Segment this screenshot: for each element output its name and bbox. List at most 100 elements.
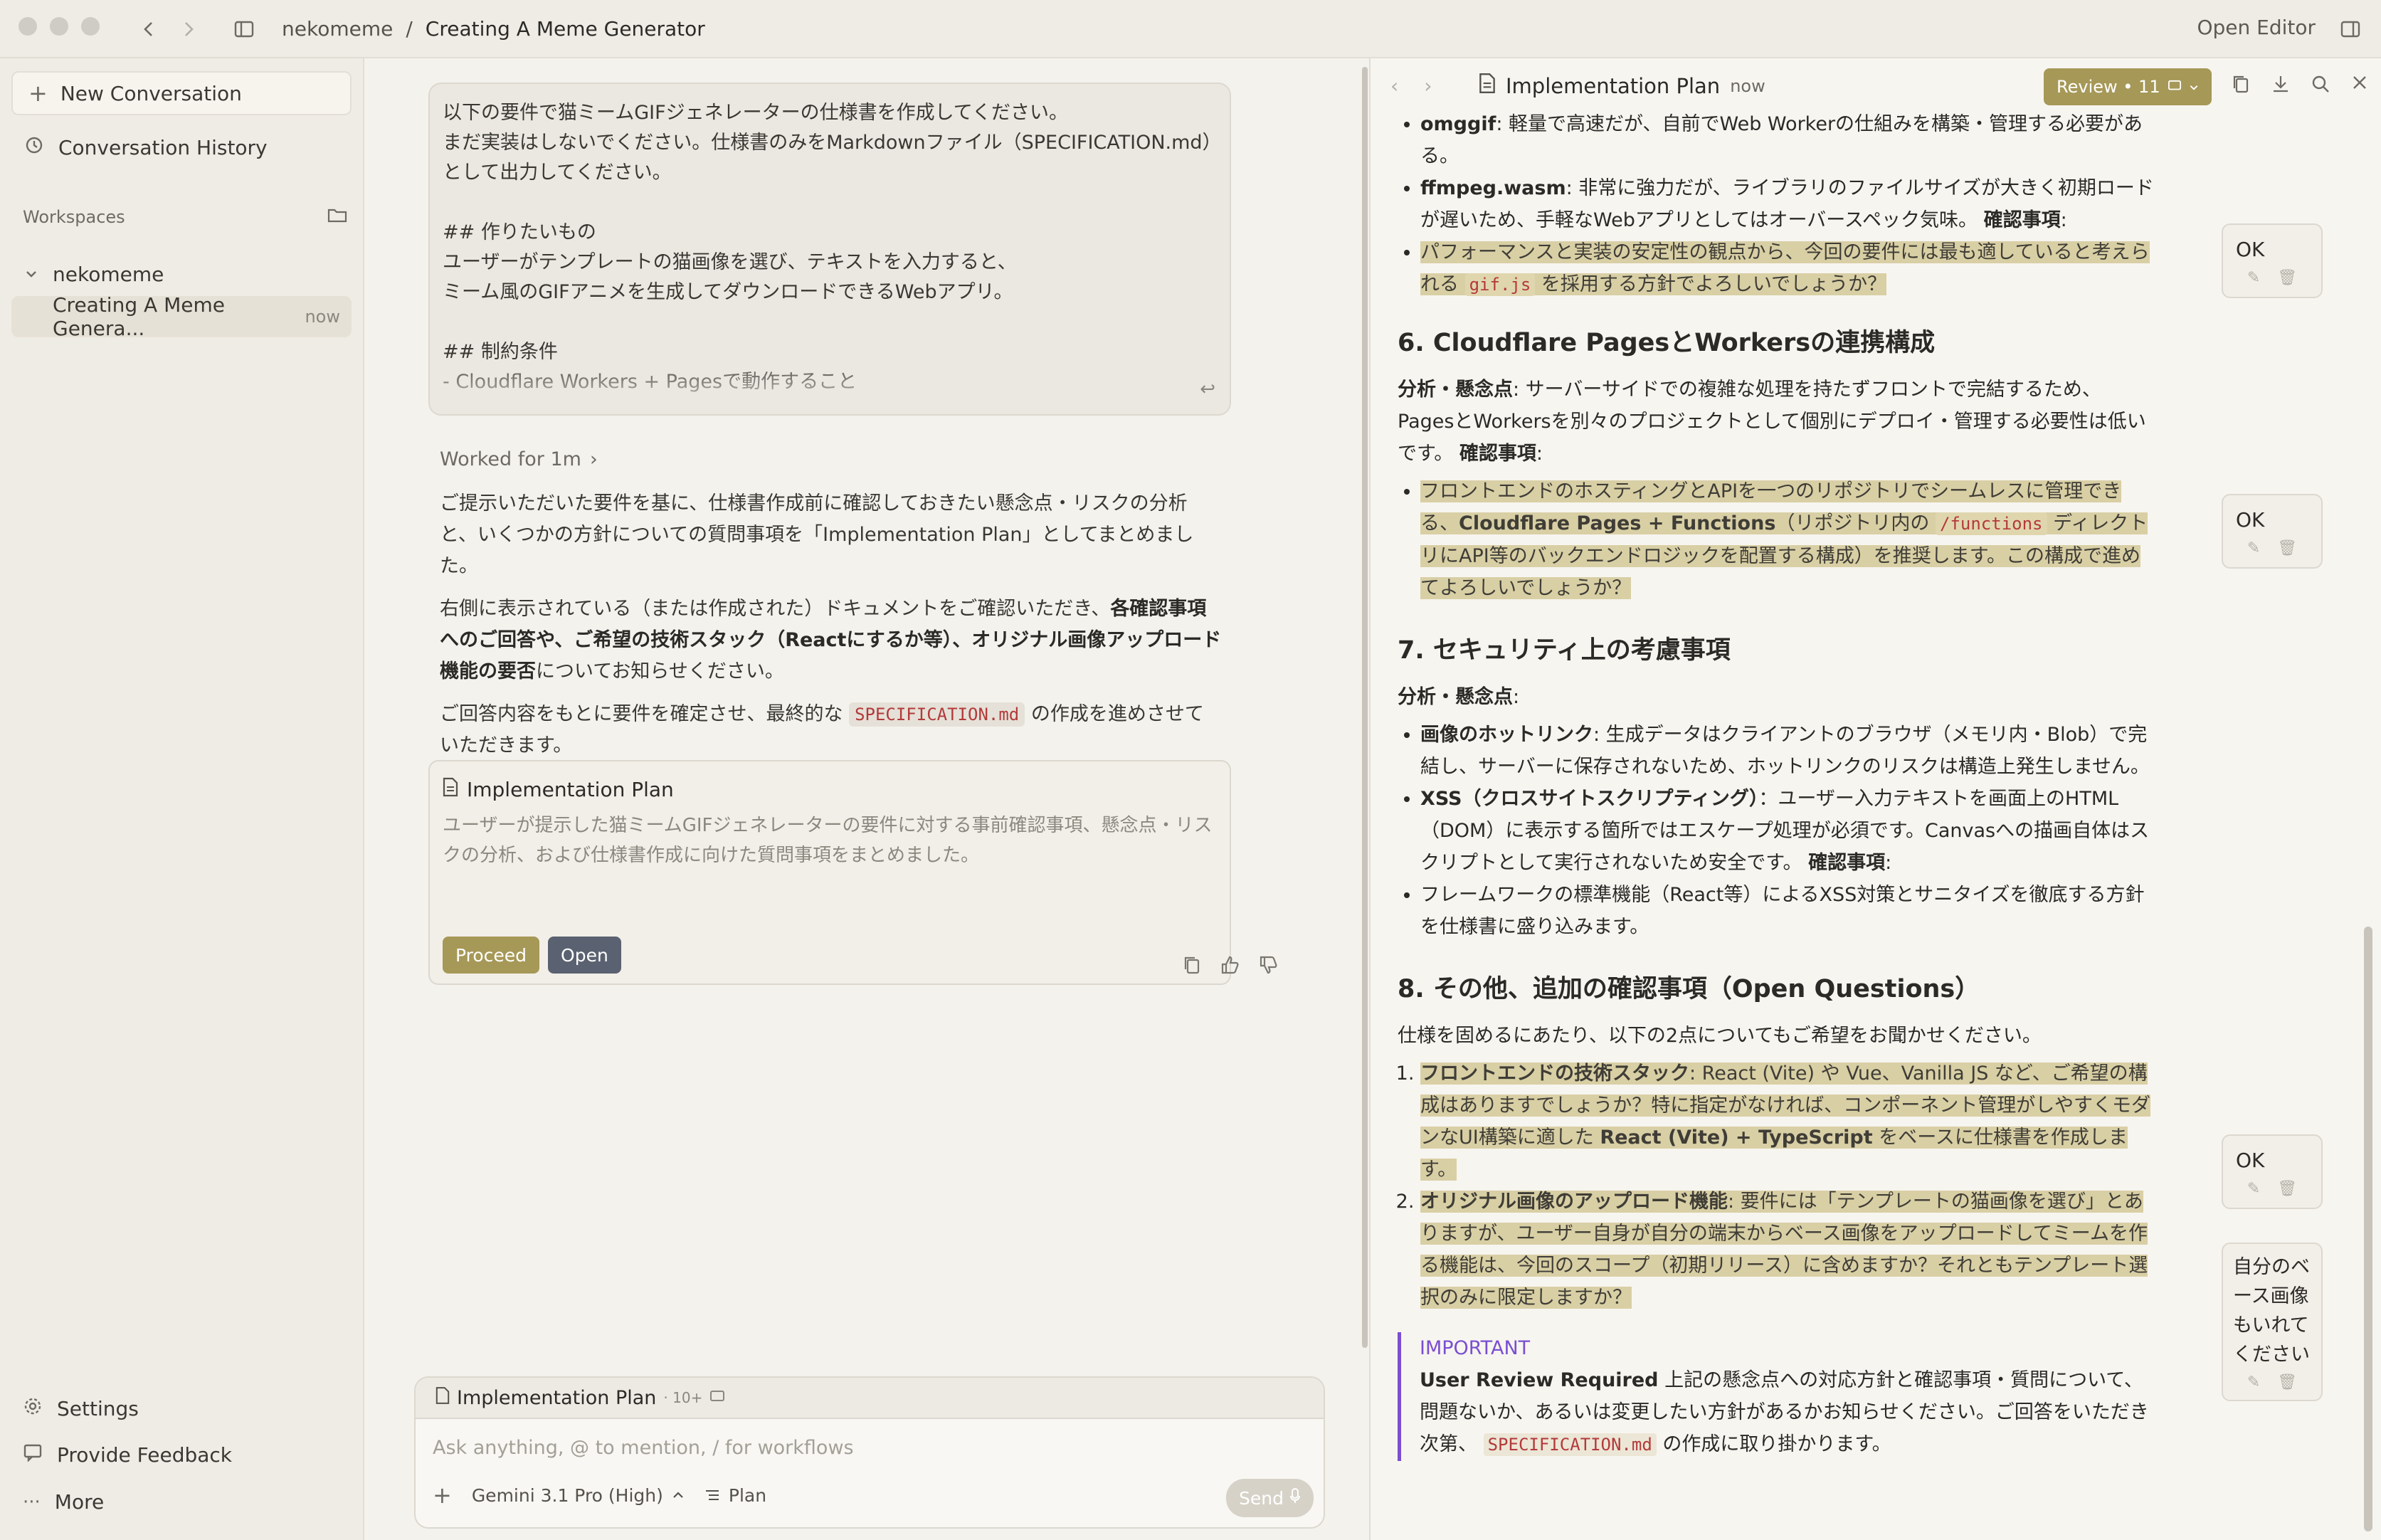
search-icon[interactable]: [2311, 74, 2330, 99]
thumbs-down-icon[interactable]: [1258, 955, 1278, 980]
add-attachment-icon[interactable]: +: [433, 1482, 452, 1509]
thumbs-up-icon[interactable]: [1220, 955, 1240, 980]
model-selector[interactable]: Gemini 3.1 Pro (High): [472, 1485, 685, 1506]
download-icon[interactable]: [2271, 74, 2290, 99]
more-button[interactable]: ··· More: [23, 1490, 104, 1514]
review-comment-card[interactable]: OK ✎ 🗑: [2222, 1134, 2323, 1209]
plus-icon: +: [28, 80, 48, 107]
ellipsis-icon: ···: [23, 1491, 41, 1513]
gif-library-list: omggif: 軽量で高速だが、自前でWeb Workerの仕組みを構築・管理す…: [1420, 108, 2155, 301]
microphone-icon: [1289, 1487, 1301, 1509]
comment-text: OK: [2236, 238, 2265, 261]
review-comment-card[interactable]: OK ✎ 🗑: [2222, 494, 2323, 569]
history-icon: [24, 135, 44, 160]
provide-feedback-button[interactable]: Provide Feedback: [23, 1443, 232, 1467]
composer: Implementation Plan · 10+ + Gemini 3.1 P…: [414, 1376, 1325, 1529]
pencil-icon[interactable]: ✎: [2247, 539, 2260, 557]
document-scrollbar[interactable]: [2364, 927, 2372, 1531]
trash-icon[interactable]: 🗑: [2277, 1180, 2297, 1198]
document-icon: [443, 777, 458, 802]
undo-icon[interactable]: ↩: [1200, 379, 1215, 400]
zoom-window-button[interactable]: [81, 17, 100, 36]
plan-card-title[interactable]: Implementation Plan: [443, 777, 1217, 802]
list-item[interactable]: オリジナル画像のアップロード機能: 要件には「テンプレートの猫画像を選び」とあり…: [1420, 1186, 2155, 1314]
chat-panel: 以下の要件で猫ミームGIFジェネレーターの仕様書を作成してください。 まだ実装は…: [364, 58, 1369, 1540]
send-button[interactable]: Send: [1226, 1479, 1314, 1517]
pencil-icon[interactable]: ✎: [2247, 269, 2260, 287]
document-time: now: [1730, 75, 1765, 96]
assistant-answer: ご提示いただいた要件を基に、仕様書作成前に確認しておきたい懸念点・リスクの分析と…: [440, 488, 1223, 773]
window-controls[interactable]: [19, 17, 100, 36]
review-label: Review • 11: [2057, 77, 2160, 97]
close-window-button[interactable]: [19, 17, 37, 36]
pencil-icon[interactable]: ✎: [2247, 1373, 2260, 1391]
comment-text: OK: [2236, 1149, 2265, 1172]
message-input[interactable]: [433, 1430, 1308, 1465]
trash-icon[interactable]: 🗑: [2277, 1373, 2297, 1391]
pencil-icon[interactable]: ✎: [2247, 1180, 2260, 1198]
document-panel: ‹ › Implementation Plan now Review • 11: [1369, 58, 2381, 1540]
back-arrow-icon[interactable]: [132, 13, 165, 46]
section-7-analysis: 分析・懸念点:: [1398, 686, 1520, 708]
back-arrow-icon[interactable]: ‹: [1390, 74, 1398, 97]
answer-p2-pre: 右側に表示されている（または作成された）ドキュメントをご確認いただき、: [440, 598, 1111, 620]
new-conversation-button[interactable]: + New Conversation: [11, 71, 352, 115]
copy-icon[interactable]: [2232, 74, 2250, 99]
trash-icon[interactable]: 🗑: [2277, 269, 2297, 287]
plan-card-title-text: Implementation Plan: [467, 778, 674, 801]
workspaces-header: Workspaces: [23, 206, 347, 228]
close-icon[interactable]: [2351, 74, 2368, 99]
review-comment-card[interactable]: 自分のベース画像もいれてください ✎ 🗑: [2222, 1243, 2323, 1401]
gear-icon: [23, 1396, 43, 1421]
chevron-down-icon: [2189, 77, 2199, 97]
trash-icon[interactable]: 🗑: [2277, 539, 2297, 557]
open-button[interactable]: Open: [548, 937, 621, 974]
q1-post: を採用する方針でよろしいでしょうか？: [1541, 273, 1887, 295]
important-text-post: の作成に取り掛かります。: [1662, 1433, 1891, 1455]
chevron-down-icon[interactable]: [24, 263, 38, 286]
user-prompt-bubble[interactable]: 以下の要件で猫ミームGIFジェネレーターの仕様書を作成してください。 まだ実装は…: [428, 83, 1231, 416]
list-item[interactable]: フロントエンドの技術スタック: React (Vite) や Vue、Vanil…: [1420, 1058, 2155, 1186]
list-item: フレームワークの標準機能（React等）によるXSS対策とサニタイズを徹底する方…: [1420, 879, 2155, 943]
list-item[interactable]: パフォーマンスと実装の安定性の観点から、今回の要件には最も適していると考えられる…: [1420, 236, 2155, 301]
open-editor-button[interactable]: Open Editor: [2197, 16, 2316, 39]
minimize-window-button[interactable]: [50, 17, 68, 36]
forward-arrow-icon[interactable]: ›: [1424, 74, 1432, 97]
spec-file-chip[interactable]: SPECIFICATION.md: [849, 702, 1025, 727]
workspace-item-nekomeme[interactable]: nekomeme: [11, 253, 352, 295]
conversation-history-button[interactable]: Conversation History: [11, 127, 352, 168]
chat-scrollbar[interactable]: [1362, 67, 1368, 1348]
prompt-fade: [430, 357, 1230, 414]
conversation-time: now: [305, 307, 340, 327]
forward-arrow-icon[interactable]: [172, 13, 205, 46]
mode-selector[interactable]: Plan: [704, 1485, 766, 1506]
comment-text: OK: [2236, 508, 2265, 532]
conversation-item-meme-generator[interactable]: Creating A Meme Genera... now: [11, 293, 352, 340]
worked-for-toggle[interactable]: Worked for 1m ›: [440, 448, 598, 470]
chevron-right-icon: ›: [589, 448, 598, 470]
answer-paragraph-1: ご提示いただいた要件を基に、仕様書作成前に確認しておきたい懸念点・リスクの分析と…: [440, 492, 1194, 577]
comment-text: 自分のベース画像もいれてください: [2233, 1256, 2310, 1366]
right-panel-toggle-icon[interactable]: [2334, 13, 2367, 46]
confirm-label: 確認事項: [1983, 209, 2061, 231]
proceed-button[interactable]: Proceed: [443, 937, 540, 974]
document-title: Implementation Plan now: [1479, 73, 1765, 99]
list-item[interactable]: フロントエンドのホスティングとAPIを一つのリポジトリでシームレスに管理できる、…: [1420, 475, 2155, 604]
breadcrumb-workspace[interactable]: nekomeme: [282, 17, 393, 41]
review-comment-card[interactable]: OK ✎ 🗑: [2222, 223, 2323, 298]
settings-button[interactable]: Settings: [23, 1396, 139, 1421]
model-selector-label: Gemini 3.1 Pro (High): [471, 1484, 663, 1506]
new-conversation-label: New Conversation: [60, 81, 242, 105]
review-button[interactable]: Review • 11: [2044, 68, 2212, 105]
answer-paragraph-2: 右側に表示されている（または作成された）ドキュメントをご確認いただき、各確認事項…: [440, 594, 1223, 687]
copy-icon[interactable]: [1183, 955, 1201, 980]
q6-mid: （リポジトリ内の: [1775, 512, 1930, 534]
comment-tools: ✎ 🗑: [2236, 539, 2308, 557]
important-label: IMPORTANT: [1420, 1337, 1531, 1359]
sidebar-toggle-icon[interactable]: [228, 13, 260, 46]
highlighted-question: オリジナル画像のアップロード機能: 要件には「テンプレートの猫画像を選び」とあり…: [1420, 1191, 2148, 1309]
comment-tools: ✎ 🗑: [2236, 269, 2308, 287]
composer-context-chip[interactable]: Implementation Plan · 10+: [416, 1378, 1324, 1419]
add-folder-icon[interactable]: [327, 206, 347, 228]
ffmpeg-label: ffmpeg.wasm: [1420, 177, 1566, 199]
